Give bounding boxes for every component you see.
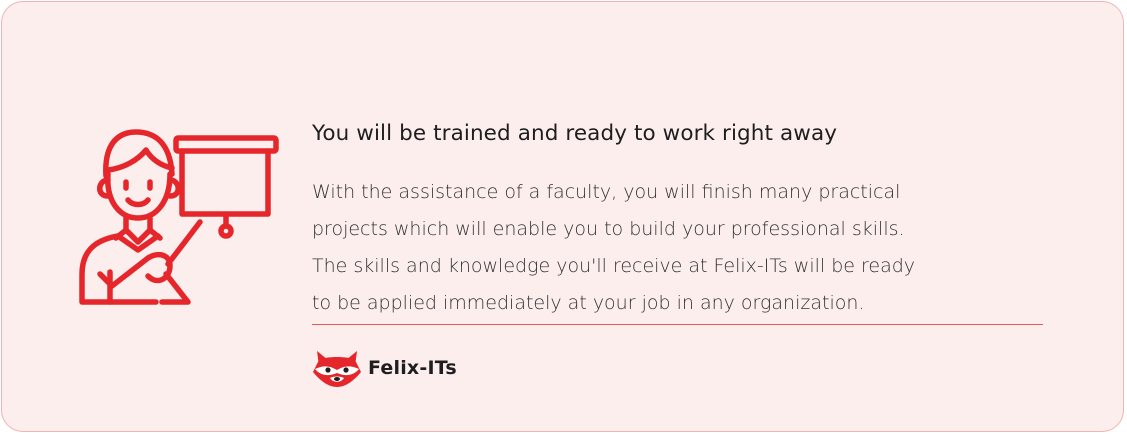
feature-card: You will be trained and ready to work ri… — [1, 1, 1124, 432]
card-divider — [312, 324, 1043, 325]
brand: Felix-ITs — [312, 348, 457, 388]
description-line: The skills and knowledge you'll receive … — [312, 255, 916, 277]
card-title: You will be trained and ready to work ri… — [312, 121, 838, 146]
description-line: projects which will enable you to build … — [312, 218, 905, 240]
description-line: With the assistance of a faculty, you wi… — [312, 181, 901, 203]
description-line: to be applied immediately at your job in… — [312, 292, 865, 314]
brand-name: Felix-ITs — [368, 357, 457, 379]
trainer-presentation-icon — [79, 129, 279, 305]
card-content: You will be trained and ready to work ri… — [312, 114, 1072, 322]
card-description: With the assistance of a faculty, you wi… — [312, 174, 1052, 322]
raccoon-logo-icon — [313, 351, 361, 387]
